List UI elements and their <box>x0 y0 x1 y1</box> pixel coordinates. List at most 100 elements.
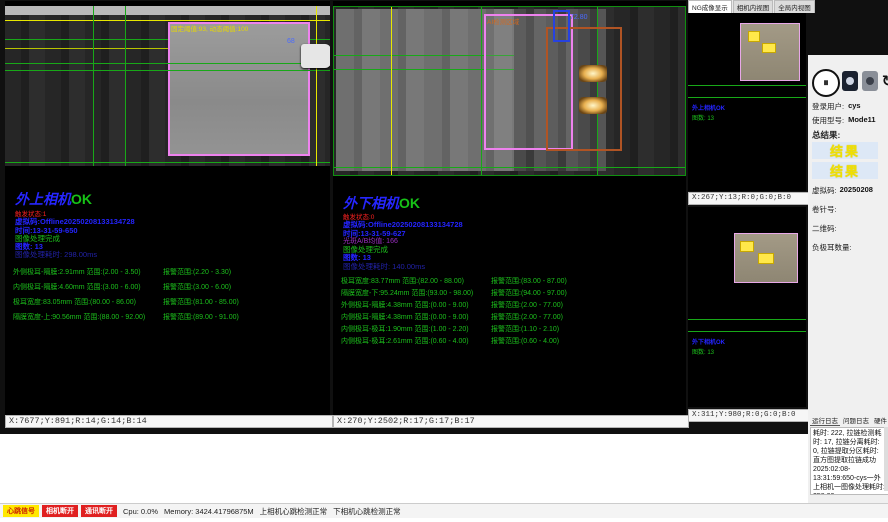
log-scrollbar[interactable] <box>884 427 888 491</box>
side-field-row: 负极耳数量: <box>812 242 886 253</box>
side-panel: ⏸ ↻ 登录用户: cys 使用型号: Mode11 总结果: 结果结果 虚拟码… <box>808 55 888 503</box>
left-camera-view[interactable]: 固定阈值:93, 动态阈值:100 68 外上相机OK 触发状态:1 虚拟码:O… <box>5 1 330 415</box>
alarm-range-text: 报警范围:(94.00 - 97.00) <box>491 288 567 298</box>
measurement-text: 隔膜宽度-下:95.24mm 范围:(93.00 - 98.00) <box>341 288 473 298</box>
mini2-title: 外下相机OK <box>692 337 725 346</box>
alarm-range-text: 报警范围:(2.00 - 77.00) <box>491 312 563 322</box>
camera-icon <box>846 77 854 85</box>
left-threshold-label: 固定阈值:93, 动态阈值:100 <box>171 23 248 33</box>
side-field-row: 二维码: <box>812 223 886 234</box>
measurement-text: 内侧极耳-隔膜:4.60mm 范围:(3.00 - 6.00) <box>13 282 141 292</box>
status-bar: 心跳信号相机断开通讯断开 Cpu: 0.0% Memory: 3424.4179… <box>0 503 888 518</box>
mid-ai-region-label: AI检测区域 <box>487 16 519 26</box>
mini1-highlight-2 <box>762 43 776 53</box>
mid-blue-roi <box>553 10 570 42</box>
alarm-range-text: 报警范围:(81.00 - 85.00) <box>163 297 239 307</box>
mini2-green-line-2 <box>688 331 806 332</box>
log-tab-2[interactable]: 硬件日志 <box>872 415 888 426</box>
side-field-row: 虚拟码:20250208 <box>812 185 886 196</box>
mid-green-vline-1 <box>481 7 482 175</box>
left-camera-name: 外上相机 <box>15 191 71 207</box>
log-tab-1[interactable]: 问题日志 <box>841 415 871 426</box>
heartbeat-up-camera: 上相机心跳检测正常 <box>260 506 328 517</box>
side-field-label: 卷针号: <box>812 204 837 215</box>
log-text[interactable]: 耗时: 222, 拉链检测耗时: 17, 拉链分离耗时: 0, 拉链提取分区耗时… <box>810 427 888 495</box>
mini-view-1[interactable]: 外上相机OK 图数: 13 <box>688 1 806 191</box>
measurement-row: 极耳宽度:83.05mm 范围:(80.00 - 86.00) 报警范围:(81.… <box>13 297 326 312</box>
left-measurement-rows: 外侧极耳-隔膜:2.91mm 范围:(2.00 - 3.50) 报警范围:(2.2… <box>13 267 326 327</box>
measurement-text: 极耳宽度:83.05mm 范围:(80.00 - 86.00) <box>13 297 136 307</box>
left-ok-flag: OK <box>71 191 92 207</box>
side-field-row: 卷针号: <box>812 204 886 215</box>
alarm-range-text: 报警范围:(2.00 - 77.00) <box>491 300 563 310</box>
mid-measurement-rows: 极耳宽度:83.77mm 范围:(82.00 - 88.00) 报警范围:(83.… <box>341 276 682 348</box>
mid-elapsed: 图像处理耗时: 140.00ms <box>343 261 425 272</box>
model-label: 使用型号: <box>812 115 844 126</box>
log-tabs: 运行日志问题日志硬件日志 <box>810 415 888 426</box>
mini-view-2[interactable]: 外下相机OK 图数: 13 <box>688 207 806 407</box>
mid-camera-image[interactable]: AI检测区域 72.80 <box>333 6 686 176</box>
measurement-row: 内侧极耳-极耳:2.61mm 范围:(0.60 - 4.00)报警范围:(0.6… <box>341 336 682 348</box>
log-tab-0[interactable]: 运行日志 <box>810 415 840 426</box>
pause-button[interactable]: ⏸ <box>812 69 840 97</box>
login-row: 登录用户: cys <box>812 101 861 112</box>
left-elapsed: 图像处理耗时: 298.00ms <box>15 249 97 260</box>
left-camera-image[interactable]: 固定阈值:93, 动态阈值:100 68 <box>5 6 330 166</box>
status-badges: 心跳信号相机断开通讯断开 <box>3 505 117 517</box>
mini1-line: 图数: 13 <box>692 113 714 122</box>
measurement-text: 外侧极耳-隔膜:4.38mm 范围:(0.00 - 9.00) <box>341 300 469 310</box>
result-value-0: 结果 <box>812 142 878 159</box>
mini2-highlight-2 <box>758 253 774 264</box>
mini1-highlight-1 <box>748 31 760 42</box>
heartbeat-down-camera: 下相机心跳检测正常 <box>333 506 401 517</box>
mid-camera-view[interactable]: AI检测区域 72.80 外下相机OK 触发状态:0 虚拟码:Offline20… <box>333 1 686 415</box>
refresh-button[interactable]: ↻ <box>880 69 888 93</box>
left-yellow-line <box>5 20 330 21</box>
side-field-value: 20250208 <box>840 185 873 196</box>
alarm-range-text: 报警范围:(89.00 - 91.00) <box>163 312 239 322</box>
mid-yellow-vline <box>391 7 392 175</box>
left-green-line-3 <box>5 63 330 64</box>
side-fields: 虚拟码:20250208卷针号:二维码:负极耳数量: <box>812 185 886 261</box>
mid-ok-flag: OK <box>399 195 420 211</box>
mid-blue-tag: 72.80 <box>570 14 588 21</box>
left-green-line-4 <box>5 70 330 71</box>
login-value: cys <box>848 101 861 112</box>
mini-tab-1[interactable]: 相机内视图 <box>733 0 774 13</box>
mini1-green-line-2 <box>688 97 806 98</box>
pause-icon: ⏸ <box>823 77 829 90</box>
side-field-label: 虚拟码: <box>812 185 837 196</box>
mini-tab-2[interactable]: 全局内视图 <box>774 0 815 13</box>
left-connector-object <box>301 44 330 68</box>
measurement-row: 隔膜宽度-下:95.24mm 范围:(93.00 - 98.00) 报警范围:(9… <box>341 288 682 300</box>
left-green-vline-2 <box>125 6 126 166</box>
cpu-usage: Cpu: 0.0% <box>123 507 158 516</box>
memory-usage: Memory: 3424.41796875M <box>164 507 254 516</box>
mid-result-title: 外下相机OK <box>343 193 420 213</box>
left-result-title: 外上相机OK <box>15 189 92 209</box>
mid-pixel-coords: X:270;Y:2502;R:17;G:17;B:17 <box>333 415 689 428</box>
camera-on-button[interactable] <box>842 71 858 91</box>
mini1-green-line-1 <box>688 85 806 86</box>
measurement-row: 内侧极耳-极耳:1.90mm 范围:(1.00 - 2.20)报警范围:(1.1… <box>341 324 682 336</box>
alarm-range-text: 报警范围:(2.20 - 3.30) <box>163 267 231 277</box>
alarm-range-text: 报警范围:(0.60 - 4.00) <box>491 336 559 346</box>
log-area: 运行日志问题日志硬件日志 耗时: 222, 拉链检测耗时: 17, 拉链分离耗时… <box>810 415 888 497</box>
measurement-row: 外侧极耳-隔膜:2.91mm 范围:(2.00 - 3.50) 报警范围:(2.2… <box>13 267 326 282</box>
main-area: 固定阈值:93, 动态阈值:100 68 外上相机OK 触发状态:1 虚拟码:O… <box>0 0 888 434</box>
measurement-text: 极耳宽度:83.77mm 范围:(82.00 - 88.00) <box>341 276 464 286</box>
mini-view-tabs: NG成像显示相机内视图全局内视图 <box>688 0 806 13</box>
measurement-text: 外侧极耳-隔膜:2.91mm 范围:(2.00 - 3.50) <box>13 267 141 277</box>
status-badge-0: 心跳信号 <box>3 505 39 517</box>
mid-orange-roi <box>546 27 622 151</box>
alarm-range-text: 报警范围:(1.10 - 2.10) <box>491 324 559 334</box>
mini2-line: 图数: 13 <box>692 347 714 356</box>
alarm-range-text: 报警范围:(83.00 - 87.00) <box>491 276 567 286</box>
left-green-line-5 <box>5 162 330 163</box>
mini-tab-0[interactable]: NG成像显示 <box>688 0 732 13</box>
status-badge-1: 相机断开 <box>42 505 78 517</box>
side-field-label: 负极耳数量: <box>812 242 852 253</box>
camera-off-button[interactable] <box>862 71 878 91</box>
login-label: 登录用户: <box>812 101 844 112</box>
measurement-text: 隔膜宽度-上:90.56mm 范围:(88.00 - 92.00) <box>13 312 145 322</box>
